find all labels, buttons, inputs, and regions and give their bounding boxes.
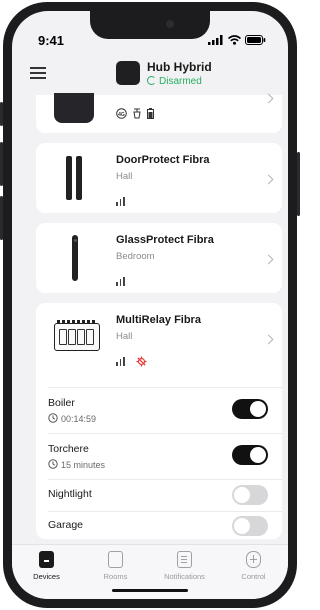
home-indicator[interactable] bbox=[112, 589, 188, 592]
mute-switch bbox=[0, 102, 3, 126]
hub-device-image bbox=[54, 93, 94, 123]
timer-icon bbox=[48, 459, 58, 469]
chevron-right-icon bbox=[263, 174, 274, 185]
nav-rooms[interactable]: Rooms bbox=[81, 551, 150, 581]
device-name: DoorProtect Fibra bbox=[116, 154, 210, 166]
front-camera bbox=[166, 20, 174, 28]
volume-down-button bbox=[0, 196, 3, 240]
nav-devices[interactable]: Devices bbox=[12, 551, 81, 581]
device-name[interactable]: MultiRelay Fibra bbox=[116, 314, 201, 326]
doorprotect-image-part bbox=[66, 156, 72, 200]
screen: 9:41 Hub Hybrid Disarmed 4G DoorProtect … bbox=[12, 11, 288, 599]
power-button bbox=[297, 152, 300, 216]
top-bar: Hub Hybrid Disarmed bbox=[12, 55, 288, 95]
device-card-doorprotect[interactable]: DoorProtect Fibra Hall bbox=[36, 143, 282, 213]
relay-channel-boiler: Boiler 00:14:59 bbox=[36, 387, 282, 433]
notifications-icon bbox=[177, 551, 192, 568]
relay-channel-garage: Garage bbox=[36, 511, 282, 539]
timer-icon bbox=[48, 413, 58, 423]
hub-status: Disarmed bbox=[147, 76, 202, 87]
signal-icon bbox=[116, 197, 125, 206]
temperature-alert-icon bbox=[136, 356, 147, 367]
multirelay-image bbox=[54, 320, 100, 351]
cellular-4g-icon: 4G bbox=[116, 108, 127, 119]
glassprotect-led bbox=[73, 239, 77, 242]
wifi-icon bbox=[228, 35, 241, 45]
nav-label: Notifications bbox=[164, 572, 205, 581]
rooms-icon bbox=[108, 551, 123, 568]
notch bbox=[90, 11, 210, 39]
nav-notifications[interactable]: Notifications bbox=[150, 551, 219, 581]
signal-icon bbox=[116, 277, 125, 286]
hub-status-label: Disarmed bbox=[159, 76, 202, 87]
channel-timer-value: 00:14:59 bbox=[61, 414, 97, 424]
device-room: Bedroom bbox=[116, 251, 155, 262]
cellular-signal-icon bbox=[208, 35, 223, 45]
device-room: Hall bbox=[116, 331, 133, 342]
power-icon bbox=[133, 108, 141, 119]
nav-label: Devices bbox=[33, 572, 60, 581]
status-time: 9:41 bbox=[38, 33, 65, 48]
control-icon bbox=[246, 551, 261, 568]
nav-control[interactable]: Control bbox=[219, 551, 288, 581]
device-room: Hall bbox=[116, 171, 133, 182]
menu-icon[interactable] bbox=[30, 67, 46, 79]
relay-channel-nightlight: Nightlight bbox=[36, 479, 282, 511]
device-name: GlassProtect Fibra bbox=[116, 234, 214, 246]
relay-channel-torchere: Torchere 15 minutes bbox=[36, 433, 282, 479]
device-card-glassprotect[interactable]: GlassProtect Fibra Bedroom bbox=[36, 223, 282, 293]
chevron-right-icon bbox=[263, 334, 274, 345]
chevron-right-icon bbox=[263, 254, 274, 265]
nav-label: Control bbox=[241, 572, 266, 581]
channel-timer: 00:14:59 bbox=[48, 413, 96, 424]
doorprotect-image-part bbox=[76, 156, 82, 200]
garage-toggle[interactable] bbox=[232, 516, 268, 536]
signal-icon bbox=[116, 357, 125, 366]
boiler-toggle[interactable] bbox=[232, 399, 268, 419]
disarmed-icon bbox=[147, 76, 156, 85]
phone-frame: 9:41 Hub Hybrid Disarmed 4G DoorProtect … bbox=[0, 2, 300, 608]
device-card-multirelay: MultiRelay Fibra Hall Boiler 00:14:59 To… bbox=[36, 303, 282, 539]
nav-label: Rooms bbox=[103, 572, 128, 581]
channel-label: Nightlight bbox=[48, 488, 92, 500]
battery-vertical-icon bbox=[147, 108, 154, 119]
volume-up-button bbox=[0, 142, 3, 186]
hub-status-icons: 4G bbox=[116, 108, 154, 119]
hub-card[interactable]: 4G bbox=[36, 93, 282, 133]
nightlight-toggle[interactable] bbox=[232, 485, 268, 505]
hub-thumbnail[interactable] bbox=[116, 61, 140, 85]
channel-timer-value: 15 minutes bbox=[61, 460, 106, 470]
chevron-right-icon bbox=[263, 93, 274, 104]
svg-text:4G: 4G bbox=[118, 112, 125, 118]
battery-icon bbox=[245, 35, 266, 45]
channel-label: Garage bbox=[48, 519, 84, 531]
channel-timer: 15 minutes bbox=[48, 459, 105, 470]
channel-label: Boiler bbox=[48, 397, 75, 409]
torchere-toggle[interactable] bbox=[232, 445, 268, 465]
hub-name[interactable]: Hub Hybrid bbox=[147, 60, 212, 74]
devices-icon bbox=[39, 551, 54, 568]
status-icons bbox=[208, 35, 266, 45]
channel-label: Torchere bbox=[48, 443, 89, 455]
